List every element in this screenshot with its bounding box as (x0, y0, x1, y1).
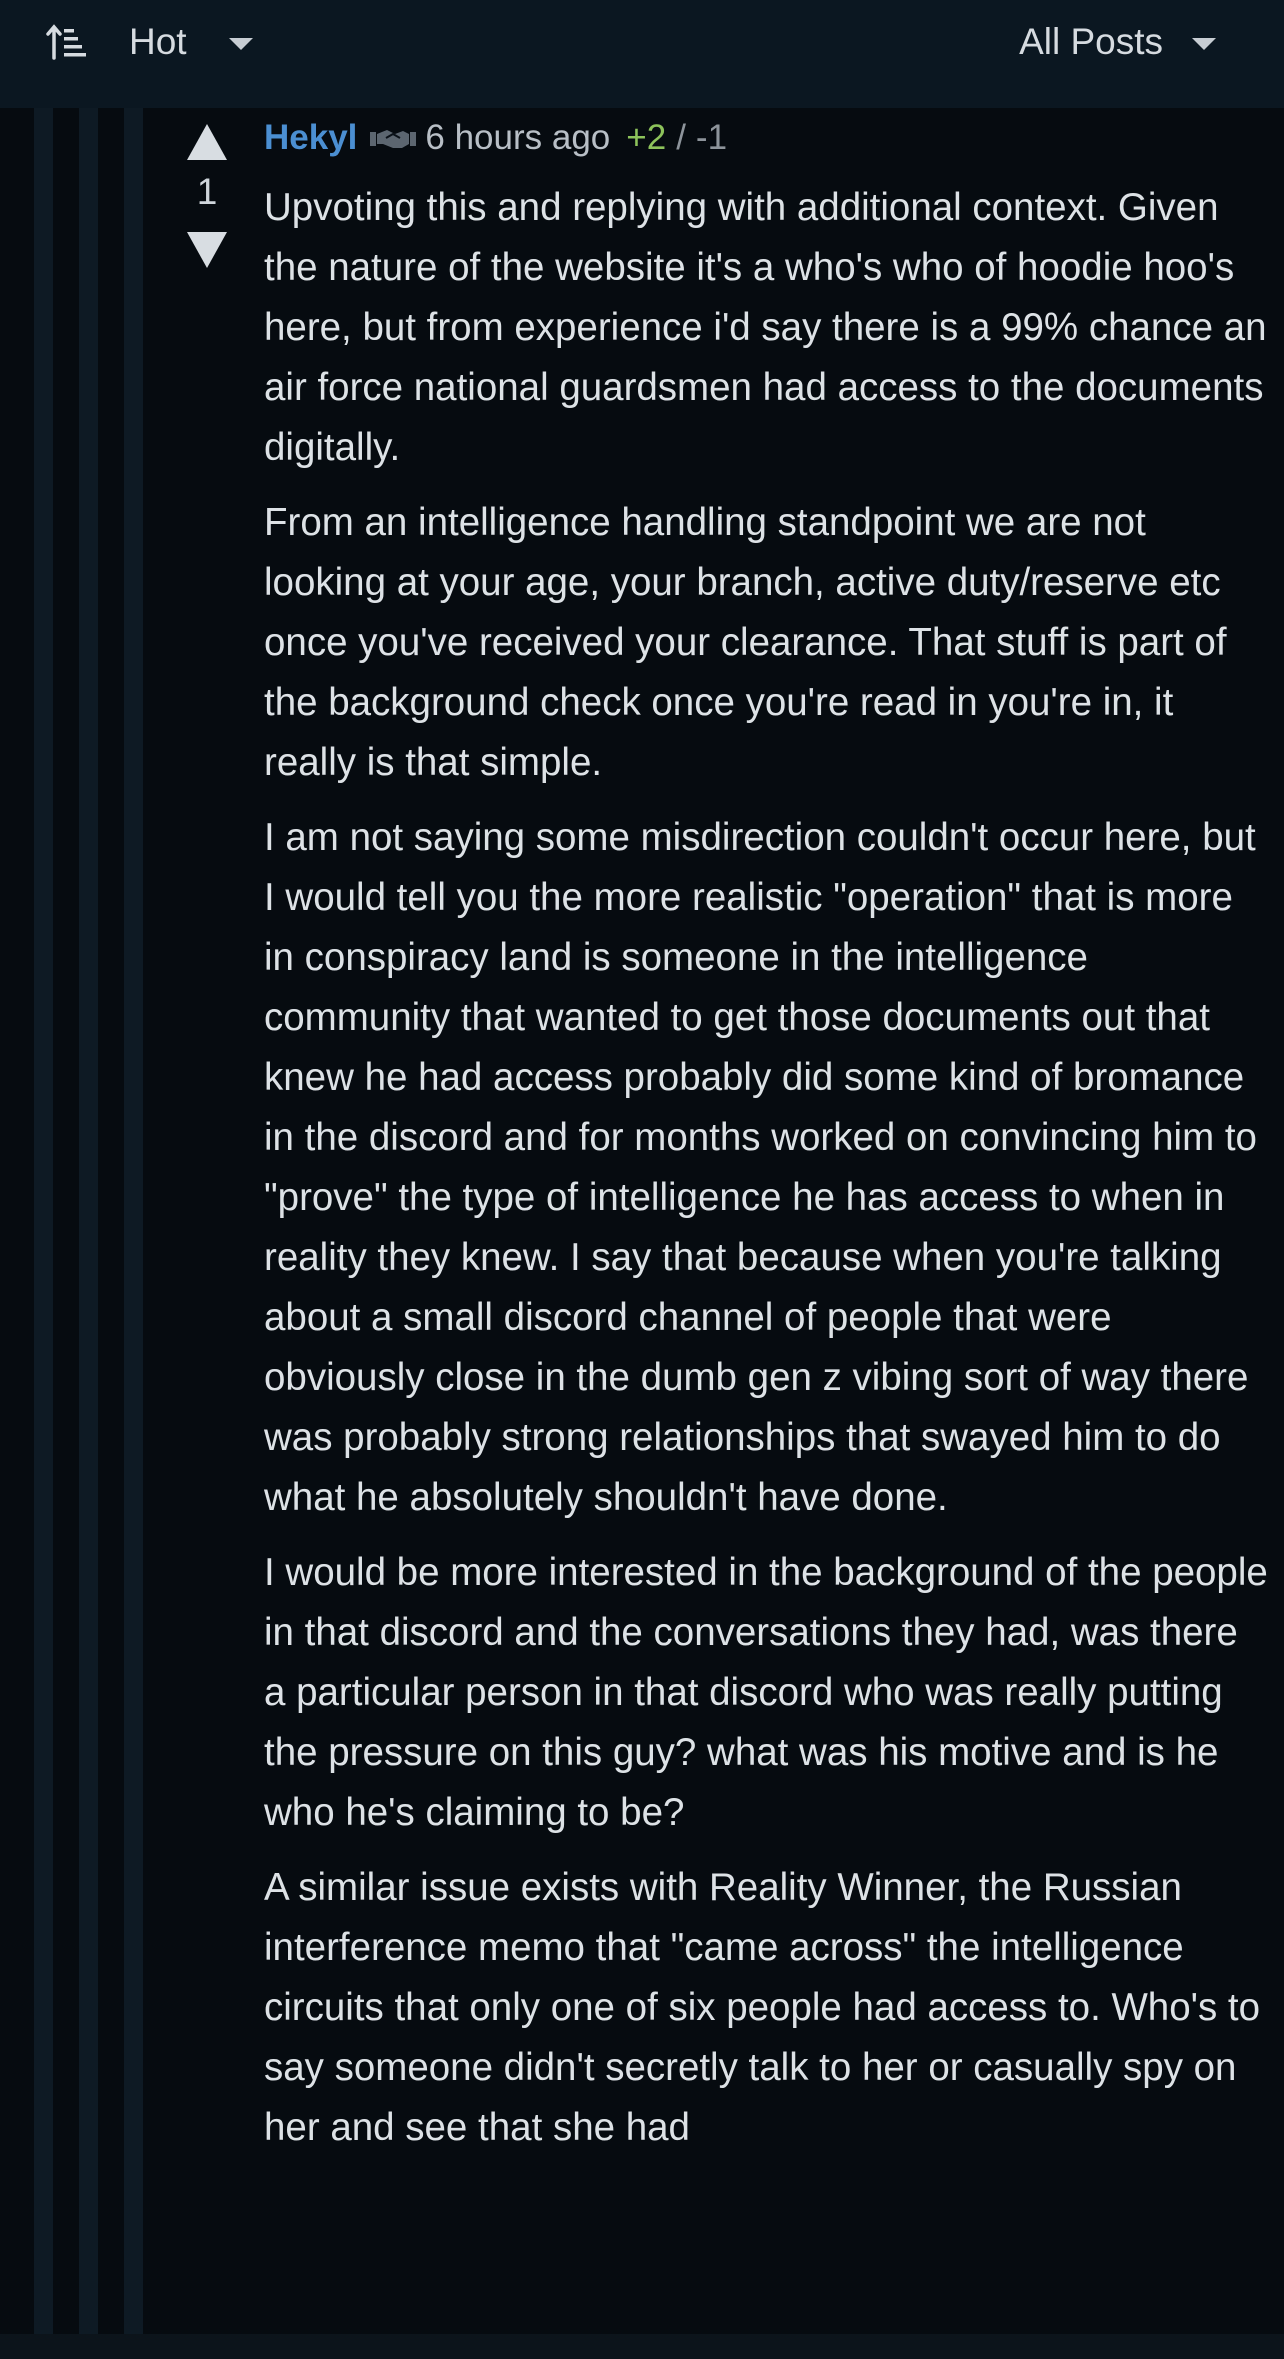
sort-lines-icon[interactable] (46, 24, 86, 60)
filter-dropdown-label[interactable]: All Posts (1019, 18, 1163, 66)
comment-paragraph: A similar issue exists with Reality Winn… (264, 1866, 1261, 2149)
score-downvotes: -1 (695, 118, 728, 157)
comment-body[interactable]: Upvoting this and replying with addition… (264, 178, 1269, 2173)
comment-paragraph: I would be more interested in the backgr… (264, 1551, 1268, 1834)
thread-line-1[interactable] (34, 108, 53, 2334)
sort-dropdown-label[interactable]: Hot (129, 18, 187, 66)
comment-paragraph: Upvoting this and replying with addition… (264, 186, 1267, 469)
comment-author[interactable]: Hekyl (264, 118, 357, 158)
thread-line-3[interactable] (124, 108, 143, 2334)
score-separator: / (676, 118, 686, 157)
score-upvotes: +2 (626, 118, 667, 157)
thread-line-2[interactable] (79, 108, 98, 2334)
top-bar: Hot All Posts (0, 0, 1284, 108)
comment-paragraph: From an intelligence handling standpoint… (264, 501, 1227, 784)
comment-paragraph: I am not saying some misdirection couldn… (264, 816, 1257, 1519)
filter-caret-down-icon[interactable] (1192, 38, 1216, 50)
vote-count: 1 (196, 171, 218, 212)
comment-timestamp: 6 hours ago (425, 118, 611, 157)
handshake-icon (370, 130, 417, 148)
upvote-arrow-icon[interactable] (187, 124, 227, 160)
downvote-arrow-icon[interactable] (187, 232, 227, 268)
bottom-bar (0, 2334, 1284, 2359)
sort-caret-down-icon[interactable] (229, 38, 253, 50)
comment-meta: Hekyl 6 hours ago +2 / -1 (264, 113, 727, 163)
